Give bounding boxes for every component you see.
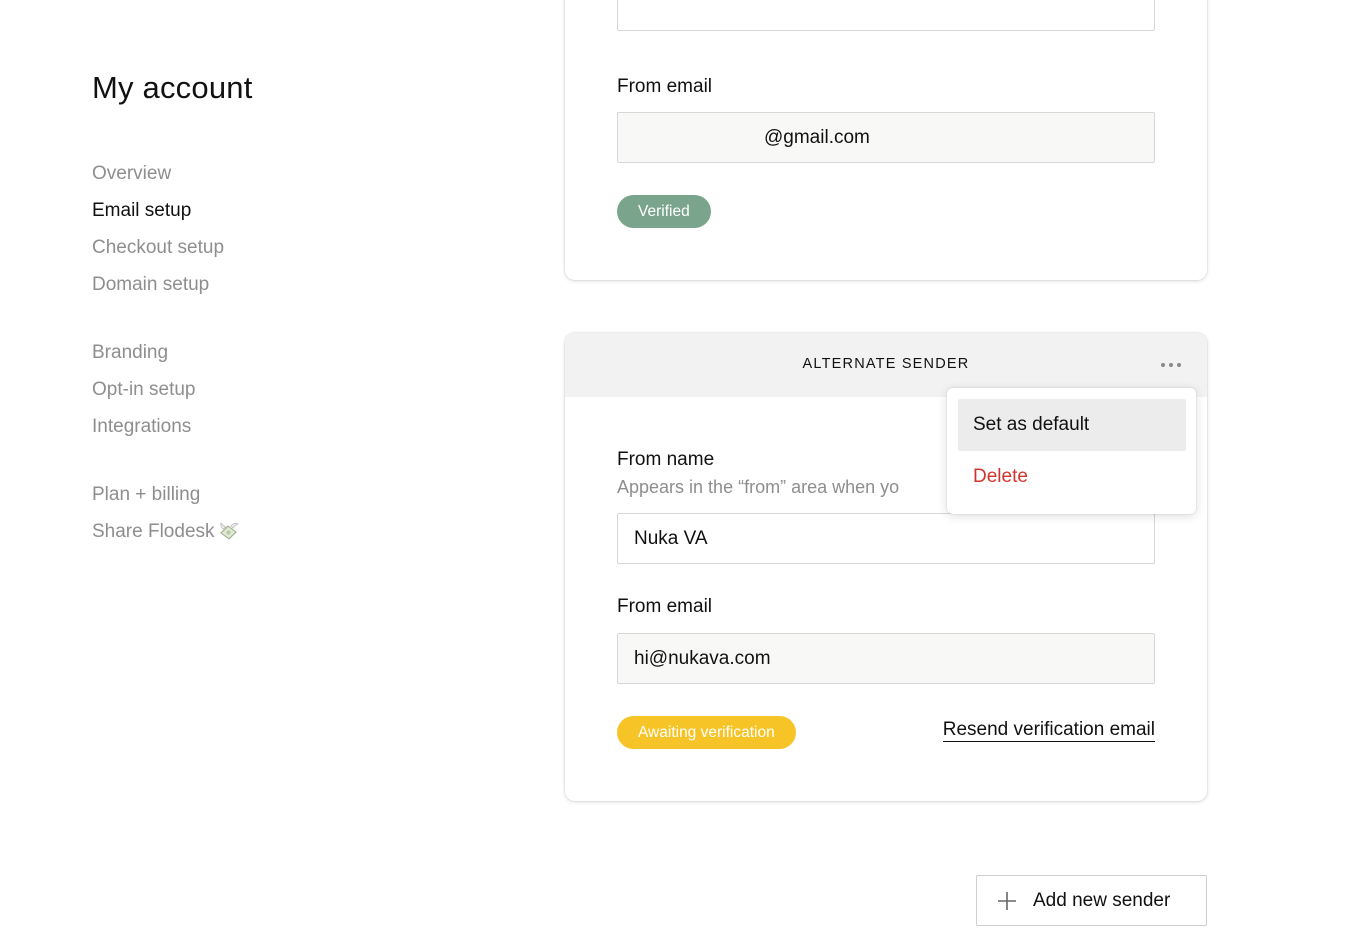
add-new-sender-button[interactable]: Add new sender (976, 875, 1207, 926)
sidebar-group-design: Branding Opt-in setup Integrations (92, 334, 196, 445)
alternate-sender-title: ALTERNATE SENDER (802, 356, 970, 372)
sidebar-item-share-flodesk-label: Share Flodesk (92, 521, 215, 542)
sidebar-item-email-setup[interactable]: Email setup (92, 192, 224, 229)
sidebar-item-plan-billing[interactable]: Plan + billing (92, 476, 239, 513)
sender-options-menu: Set as default Delete (947, 388, 1196, 514)
from-name-label: From name (617, 449, 715, 470)
plus-icon (998, 892, 1016, 910)
more-options-button[interactable] (1161, 355, 1185, 373)
verified-status-badge: Verified (617, 195, 711, 228)
sidebar-item-share-flodesk[interactable]: Share Flodesk (92, 513, 239, 550)
from-name-input[interactable] (617, 513, 1155, 564)
sidebar-item-checkout-setup[interactable]: Checkout setup (92, 229, 224, 266)
sidebar-item-branding[interactable]: Branding (92, 334, 196, 371)
delete-menu-item[interactable]: Delete (958, 451, 1186, 503)
sidebar-group-account: Overview Email setup Checkout setup Doma… (92, 155, 224, 303)
sidebar-item-overview[interactable]: Overview (92, 155, 224, 192)
from-name-help-text: Appears in the “from” area when yo (617, 477, 900, 497)
more-dots-icon (1161, 363, 1165, 367)
money-with-wings-icon (219, 522, 239, 540)
more-dots-icon (1177, 363, 1181, 367)
primary-from-email-field[interactable] (617, 112, 1155, 163)
from-email-label: From email (617, 596, 713, 617)
primary-from-name-input[interactable] (617, 0, 1155, 31)
page-title: My account (92, 70, 253, 105)
primary-from-email-label: From email (617, 76, 713, 97)
primary-sender-card: From email Verified (565, 0, 1207, 280)
add-new-sender-label: Add new sender (1033, 890, 1171, 911)
awaiting-verification-badge: Awaiting verification (617, 716, 796, 749)
sidebar-item-integrations[interactable]: Integrations (92, 408, 196, 445)
resend-verification-link[interactable]: Resend verification email (942, 719, 1155, 742)
from-email-field[interactable] (617, 633, 1155, 684)
sidebar-item-opt-in-setup[interactable]: Opt-in setup (92, 371, 196, 408)
sidebar-group-billing: Plan + billing Share Flodesk (92, 476, 239, 550)
sidebar-item-domain-setup[interactable]: Domain setup (92, 266, 224, 303)
more-dots-icon (1169, 363, 1173, 367)
set-as-default-menu-item[interactable]: Set as default (958, 399, 1186, 451)
account-page: My account Overview Email setup Checkout… (0, 0, 1370, 952)
